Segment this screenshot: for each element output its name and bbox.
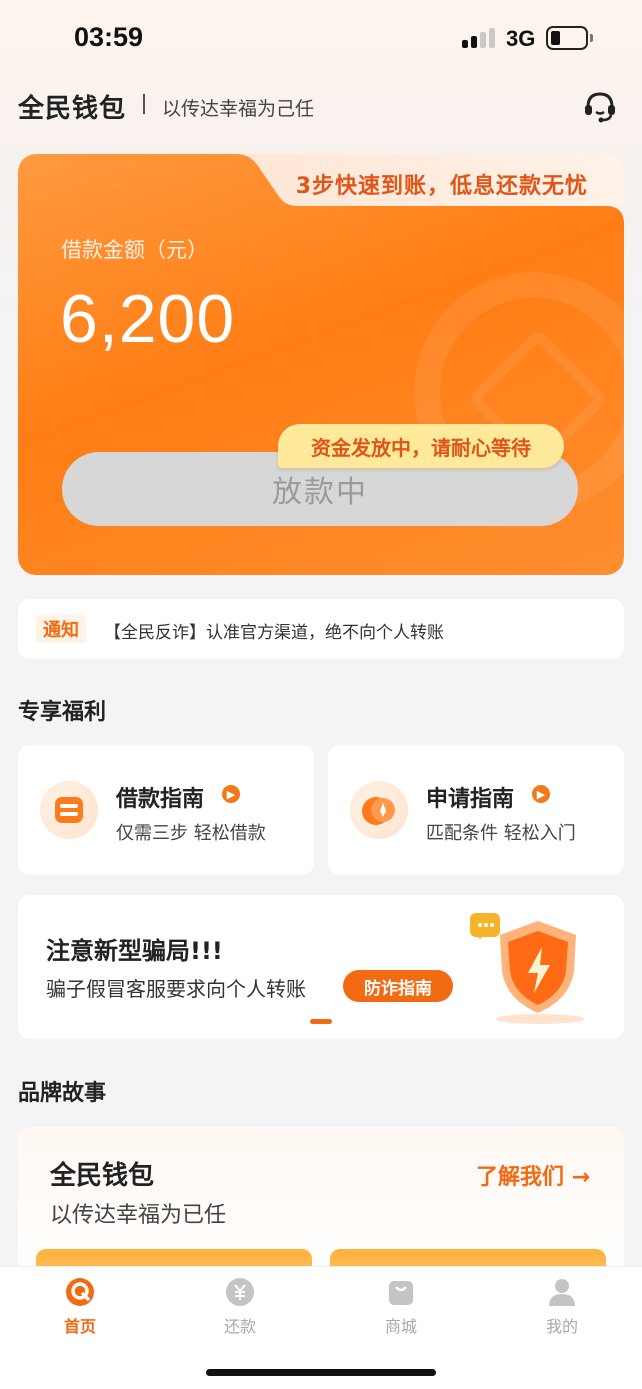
- benefit-card-loan-guide[interactable]: 借款指南 ▶ 仅需三步 轻松借款: [18, 745, 314, 875]
- section-title-benefits: 专享福利: [18, 700, 107, 725]
- home-icon: [65, 1277, 95, 1307]
- guide-card-icon: [40, 781, 98, 839]
- notice-text: 【全民反诈】认准官方渠道，绝不向个人转账: [104, 623, 444, 643]
- network-type: 3G: [506, 26, 536, 51]
- card-tagline: 3步快速到账，低息还款无忧: [295, 174, 588, 199]
- shield-lightning-icon: [468, 909, 598, 1025]
- tab-label: 首页: [63, 1317, 96, 1336]
- brand-story-card[interactable]: 全民钱包 以传达幸福为已任 了解我们 →: [18, 1127, 624, 1287]
- benefit-card-apply-guide[interactable]: 申请指南 ▶ 匹配条件 轻松入门: [328, 745, 624, 875]
- carousel-indicator: [310, 1019, 332, 1024]
- benefit-title: 借款指南: [116, 787, 205, 812]
- status-tooltip: 资金发放中，请耐心等待: [278, 424, 564, 468]
- signal-icon: [462, 28, 496, 48]
- notice-tag: 通知: [36, 615, 86, 643]
- benefit-title: 申请指南: [426, 787, 515, 812]
- header-divider: [143, 94, 145, 114]
- anti-fraud-banner[interactable]: 注意新型骗局!!! 骗子假冒客服要求向个人转账 防诈指南: [18, 895, 624, 1039]
- shop-bag-icon: [386, 1277, 416, 1307]
- compass-icon: [350, 781, 408, 839]
- battery-icon: [546, 26, 588, 50]
- fraud-subtitle: 骗子假冒客服要求向个人转账: [46, 977, 306, 1001]
- tab-home[interactable]: 首页: [30, 1277, 130, 1347]
- about-us-link[interactable]: 了解我们 →: [476, 1159, 590, 1191]
- battery-tip: [590, 34, 593, 42]
- tab-label: 我的: [545, 1317, 578, 1336]
- tab-shop[interactable]: 商城: [351, 1277, 451, 1347]
- story-brand-name: 全民钱包: [50, 1161, 155, 1191]
- tab-profile[interactable]: 我的: [512, 1277, 612, 1347]
- customer-service-icon[interactable]: [582, 88, 618, 124]
- chevron-right-icon: ▶: [222, 785, 240, 803]
- chevron-right-icon: ▶: [532, 785, 550, 803]
- loan-amount: 6,200: [60, 281, 236, 357]
- tab-label: 商城: [384, 1317, 417, 1336]
- card-tab: 3步快速到账，低息还款无忧: [248, 154, 624, 206]
- story-slogan: 以传达幸福为已任: [50, 1203, 227, 1228]
- fraud-title: 注意新型骗局!!!: [46, 937, 223, 965]
- anti-fraud-guide-button[interactable]: 防诈指南: [343, 970, 453, 1002]
- tab-label: 还款: [223, 1317, 256, 1336]
- section-title-brand-story: 品牌故事: [18, 1081, 107, 1106]
- status-time: 03:59: [74, 22, 144, 52]
- loan-card: 3步快速到账，低息还款无忧 借款金额（元） 6,200 放款中 资金发放中，请耐…: [18, 154, 624, 575]
- notice-bar[interactable]: 通知 【全民反诈】认准官方渠道，绝不向个人转账: [18, 599, 624, 659]
- brand-name: 全民钱包: [18, 94, 127, 124]
- brand-slogan: 以传达幸福为己任: [162, 98, 315, 120]
- home-indicator: [206, 1369, 436, 1376]
- yen-icon: [225, 1277, 255, 1307]
- tab-repay[interactable]: 还款: [190, 1277, 290, 1347]
- status-bar: 03:59 3G: [0, 0, 642, 80]
- user-icon: [547, 1277, 577, 1307]
- benefit-subtitle: 匹配条件 轻松入门: [426, 823, 576, 844]
- amount-label: 借款金额（元）: [61, 238, 208, 262]
- benefit-subtitle: 仅需三步 轻松借款: [116, 823, 266, 844]
